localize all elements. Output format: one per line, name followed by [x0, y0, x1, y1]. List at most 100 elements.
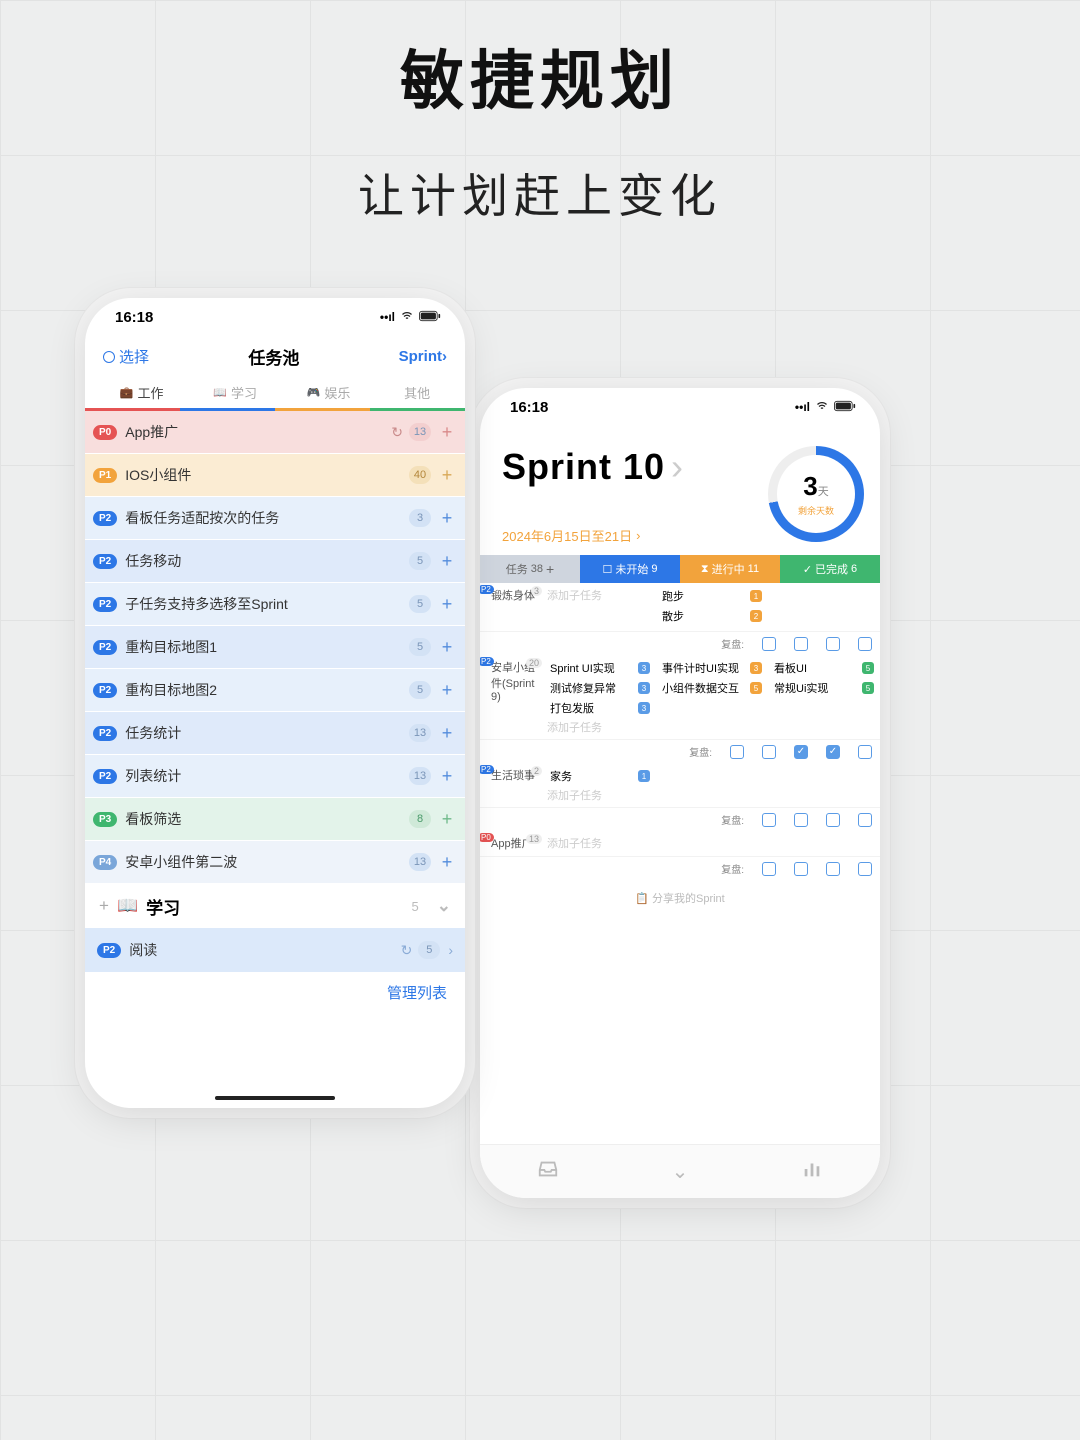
stat-tasks[interactable]: 任务 38 +: [480, 555, 580, 583]
add-subtask-icon[interactable]: +: [439, 637, 455, 658]
sprint-date-link[interactable]: 2024年6月15日至21日 ›: [502, 526, 684, 545]
group-header[interactable]: P2锻炼身体3: [480, 583, 544, 631]
group-header[interactable]: P0App推广13: [480, 831, 544, 856]
review-checkbox[interactable]: [858, 813, 872, 827]
add-subtask-ghost[interactable]: 添加子任务: [547, 587, 653, 603]
nav-sprint-link[interactable]: Sprint ›: [399, 348, 447, 365]
chevron-down-icon[interactable]: ⌄: [672, 1159, 689, 1184]
board-card[interactable]: 事件计时UI实现3: [659, 659, 765, 677]
task-row[interactable]: P2看板任务适配按次的任务3+: [85, 497, 465, 540]
nav-select-button[interactable]: 选择: [103, 346, 149, 367]
board-column[interactable]: [656, 831, 768, 856]
review-checkbox[interactable]: [730, 745, 744, 759]
sprint-board[interactable]: P2锻炼身体3添加子任务跑步1散步2复盘:P2安卓小组件(Sprint 9)20…: [480, 583, 880, 880]
task-row[interactable]: P4安卓小组件第二波13+: [85, 841, 465, 884]
add-subtask-icon[interactable]: +: [439, 809, 455, 830]
task-read[interactable]: P2 阅读 ↻ 5 ›: [85, 928, 465, 972]
board-column[interactable]: 跑步1散步2: [656, 583, 768, 631]
stat-done[interactable]: ✓ 已完成 6: [780, 555, 880, 583]
add-subtask-icon[interactable]: +: [439, 766, 455, 787]
board-column[interactable]: 添加子任务: [544, 831, 656, 856]
task-row[interactable]: P2重构目标地图15+: [85, 626, 465, 669]
review-checkbox[interactable]: ✓: [794, 745, 808, 759]
board-card[interactable]: 打包发版3: [547, 699, 653, 717]
review-checkbox[interactable]: [794, 813, 808, 827]
task-list[interactable]: P0App推广↻13+P1IOS小组件40+P2看板任务适配按次的任务3+P2任…: [85, 411, 465, 884]
add-subtask-ghost[interactable]: 添加子任务: [547, 787, 653, 803]
task-row[interactable]: P3看板筛选8+: [85, 798, 465, 841]
stat-not-started[interactable]: ☐ 未开始 9: [580, 555, 680, 583]
tab-3[interactable]: 其他: [400, 383, 430, 408]
task-row[interactable]: P0App推广↻13+: [85, 411, 465, 454]
add-subtask-ghost[interactable]: 添加子任务: [547, 835, 653, 851]
add-subtask-icon[interactable]: +: [439, 465, 455, 486]
expand-icon[interactable]: +: [99, 896, 109, 916]
review-checkbox[interactable]: [794, 862, 808, 876]
review-checkbox[interactable]: [858, 637, 872, 651]
group-header[interactable]: P2生活琐事2: [480, 763, 544, 807]
tab-label: 学习: [231, 383, 257, 402]
tab-1[interactable]: 📖学习: [213, 383, 257, 408]
board-column[interactable]: 家务1 添加子任务: [544, 763, 656, 807]
task-row[interactable]: P2任务移动5+: [85, 540, 465, 583]
board-column[interactable]: 看板UI5 常规Ui实现5: [768, 655, 880, 739]
board-card[interactable]: 小组件数据交互5: [659, 679, 765, 697]
priority-tag: P2: [480, 765, 494, 774]
review-checkbox[interactable]: ✓: [826, 745, 840, 759]
phone-right: 16:18 ••ıl Sprint 10 › 2024年6月15日至21日 › …: [480, 388, 880, 1198]
task-name: 看板筛选: [125, 809, 409, 829]
add-subtask-icon[interactable]: +: [439, 594, 455, 615]
sprint-title[interactable]: Sprint 10 ›: [502, 446, 684, 488]
section-study[interactable]: + 📖 学习 5 ⌄: [85, 884, 465, 928]
task-row[interactable]: P2任务统计13+: [85, 712, 465, 755]
board-card[interactable]: 散步2: [659, 607, 765, 625]
review-checkbox[interactable]: [826, 813, 840, 827]
signal-icon: ••ıl: [380, 310, 395, 324]
add-subtask-icon[interactable]: +: [439, 422, 455, 443]
chart-icon[interactable]: [801, 1158, 823, 1185]
board-card[interactable]: Sprint UI实现3: [547, 659, 653, 677]
review-label: 复盘:: [689, 744, 712, 759]
task-row[interactable]: P2重构目标地图25+: [85, 669, 465, 712]
inbox-icon[interactable]: [537, 1158, 559, 1185]
review-checkbox[interactable]: [826, 637, 840, 651]
board-column[interactable]: Sprint UI实现3 测试修复异常3 打包发版3 添加子任务: [544, 655, 656, 739]
tab-0[interactable]: 💼工作: [120, 383, 164, 408]
task-row[interactable]: P1IOS小组件40+: [85, 454, 465, 497]
board-card[interactable]: 测试修复异常3: [547, 679, 653, 697]
add-subtask-icon[interactable]: +: [439, 680, 455, 701]
stat-in-progress[interactable]: ⧗ 进行中 11: [680, 555, 780, 583]
chevron-right-icon[interactable]: ›: [448, 942, 453, 958]
task-row[interactable]: P2列表统计13+: [85, 755, 465, 798]
add-subtask-icon[interactable]: +: [439, 551, 455, 572]
chevron-down-icon[interactable]: ⌄: [437, 896, 451, 916]
add-subtask-icon[interactable]: +: [439, 852, 455, 873]
task-row[interactable]: P2子任务支持多选移至Sprint5+: [85, 583, 465, 626]
board-column[interactable]: [656, 763, 768, 807]
tab-2[interactable]: 🎮娱乐: [307, 383, 351, 408]
add-subtask-ghost[interactable]: 添加子任务: [547, 719, 653, 735]
task-name: 重构目标地图1: [125, 637, 409, 657]
board-card[interactable]: 看板UI5: [771, 659, 877, 677]
review-checkbox[interactable]: [762, 637, 776, 651]
board-column[interactable]: [768, 763, 880, 807]
review-checkbox[interactable]: [794, 637, 808, 651]
review-checkbox[interactable]: [858, 862, 872, 876]
review-checkbox[interactable]: [826, 862, 840, 876]
add-subtask-icon[interactable]: +: [439, 723, 455, 744]
board-column[interactable]: [768, 831, 880, 856]
group-header[interactable]: P2安卓小组件(Sprint 9)20: [480, 655, 544, 739]
share-sprint-link[interactable]: 📋 分享我的Sprint: [480, 880, 880, 916]
review-checkbox[interactable]: [762, 745, 776, 759]
board-column[interactable]: [768, 583, 880, 631]
review-checkbox[interactable]: [762, 813, 776, 827]
board-card[interactable]: 家务1: [547, 767, 653, 785]
board-column[interactable]: 添加子任务: [544, 583, 656, 631]
review-checkbox[interactable]: [858, 745, 872, 759]
manage-lists-link[interactable]: 管理列表: [85, 972, 465, 1013]
add-subtask-icon[interactable]: +: [439, 508, 455, 529]
board-column[interactable]: 事件计时UI实现3 小组件数据交互5: [656, 655, 768, 739]
board-card[interactable]: 常规Ui实现5: [771, 679, 877, 697]
review-checkbox[interactable]: [762, 862, 776, 876]
board-card[interactable]: 跑步1: [659, 587, 765, 605]
